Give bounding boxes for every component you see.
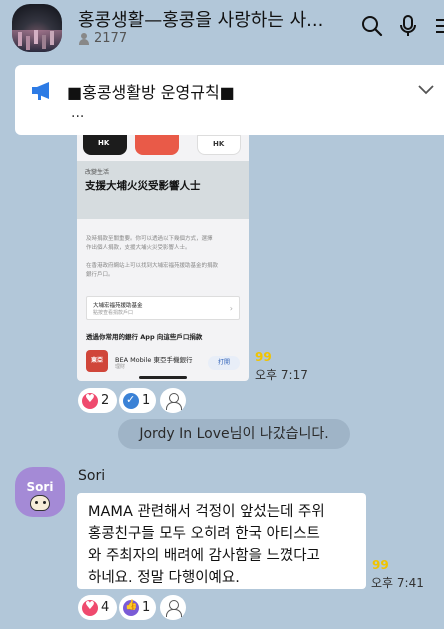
person-icon	[78, 32, 90, 45]
add-reaction-button[interactable]	[160, 595, 186, 620]
unread-count: 99	[372, 558, 389, 572]
chatroom-title[interactable]: 홍콩생활—홍콩을 사랑하는 사...	[78, 6, 346, 32]
app-tile	[135, 135, 179, 155]
reaction-heart[interactable]: 4	[78, 595, 117, 620]
search-icon[interactable]	[360, 14, 384, 38]
home-indicator	[139, 376, 187, 379]
avatar-face	[30, 495, 50, 511]
image-paragraph: 在香港政府網站上可以找到大埔宏福苑援助基金的捐款	[86, 263, 219, 269]
banner-eyebrow: 改變生活	[85, 169, 110, 176]
message-line: MAMA 관련해서 걱정이 앞섰는데 주위	[88, 504, 325, 520]
reaction-heart[interactable]: 2	[78, 388, 117, 413]
image-banner: 改變生活 支援大埔火災受影響人士	[77, 161, 249, 219]
night-city-avatar	[12, 30, 62, 52]
check-icon	[123, 392, 139, 409]
image-paragraph: 作出個人捐款，支援大埔火災受影響人士。	[86, 245, 191, 251]
message-line: 홍콩친구들 모두 오히려 한국 아티스트	[88, 526, 320, 542]
reaction-count: 4	[101, 600, 110, 615]
notice-subtext: ...	[71, 105, 85, 121]
chevron-right-icon: ›	[229, 304, 233, 313]
heart-icon	[82, 392, 98, 409]
notice-title: ■홍콩생활방 운영규칙■	[67, 83, 235, 102]
member-count[interactable]: 2177	[78, 31, 127, 46]
sender-name[interactable]: Sori	[78, 468, 105, 484]
reaction-thumb[interactable]: 1	[119, 595, 156, 620]
image-section-title: 透過你常用的銀行 App 向這些戶口捐款	[86, 333, 203, 341]
app-tile-label: HK	[98, 139, 110, 147]
avatar-label: Sori	[26, 480, 54, 494]
message-line: 하네요. 정말 다행이예요.	[88, 570, 240, 586]
fund-subtitle: 點按查看捐款戶口	[93, 310, 134, 316]
member-count-value: 2177	[94, 31, 128, 46]
reaction-count: 1	[142, 393, 151, 408]
menu-icon[interactable]	[432, 14, 444, 38]
heart-icon	[82, 599, 98, 616]
bank-name: BEA Mobile 東亞手機銀行	[115, 356, 193, 364]
banner-title: 支援大埔火災受影響人士	[85, 180, 201, 192]
unread-count: 99	[255, 350, 272, 364]
image-paragraph: 銀行戶口。	[86, 272, 114, 278]
app-tile-label: HK	[213, 140, 225, 148]
image-paragraph: 及時捐款至關重要。你可以透過以下幾個方式，選擇	[86, 236, 213, 242]
fund-link-box: 大埔宏福苑援助基金 點按查看捐款戶口 ›	[86, 296, 240, 320]
chatroom-avatar[interactable]	[12, 4, 62, 52]
fund-title: 大埔宏福苑援助基金	[93, 303, 143, 309]
mic-icon[interactable]	[396, 14, 420, 38]
chat-header: 홍콩생활—홍콩을 사랑하는 사... 2177	[0, 0, 444, 56]
avatar[interactable]: Sori	[15, 467, 65, 517]
reaction-check[interactable]: 1	[119, 388, 156, 413]
message-bubble[interactable]: MAMA 관련해서 걱정이 앞섰는데 주위 홍콩친구들 모두 오히려 한국 아티…	[77, 493, 366, 589]
add-reaction-button[interactable]	[160, 388, 186, 413]
message-time: 오후 7:41	[371, 576, 424, 590]
open-button: 打開	[208, 356, 240, 370]
bank-category: 理財	[115, 364, 126, 370]
bank-logo: 東亞	[86, 350, 108, 372]
app-tile: HK	[197, 135, 241, 155]
notice-banner[interactable]: ■홍콩생활방 운영규칙■ ...	[15, 65, 444, 135]
megaphone-icon	[32, 82, 49, 100]
thumbs-up-icon	[123, 599, 139, 616]
message-line: 와 주최자의 배려에 감사함을 느꼈다고	[88, 548, 320, 564]
chevron-down-icon[interactable]	[417, 83, 435, 97]
reaction-count: 2	[101, 393, 110, 408]
system-message: Jordy In Love님이 나갔습니다.	[118, 419, 350, 449]
message-time: 오후 7:17	[255, 368, 308, 382]
image-message[interactable]: HK HK 改變生活 支援大埔火災受影響人士 及時捐款至關重要。你可以透過以下幾…	[77, 135, 249, 381]
app-tile: HK	[83, 135, 127, 155]
reaction-count: 1	[142, 600, 151, 615]
